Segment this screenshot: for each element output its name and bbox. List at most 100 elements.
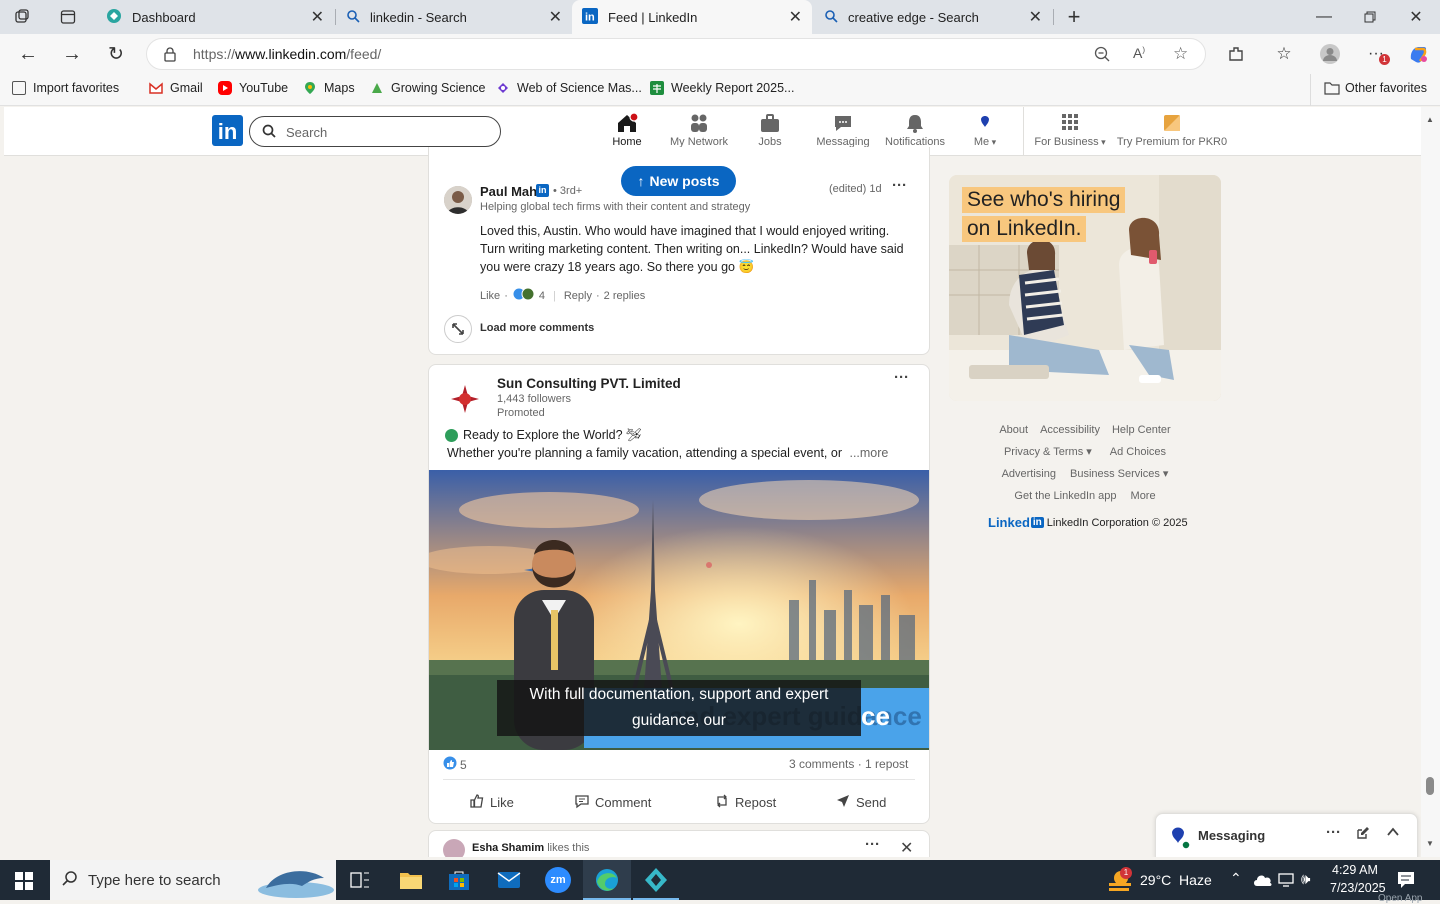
close-icon[interactable]: ✕ (1029, 7, 1042, 27)
ad-banner[interactable]: See who's hiring on LinkedIn. (949, 175, 1221, 401)
page-scrollbar[interactable]: ▲ ▼ (1421, 107, 1440, 857)
linkedin-logo[interactable]: in (212, 115, 243, 146)
company-logo[interactable] (447, 381, 483, 417)
scrollbar-thumb[interactable] (1426, 777, 1434, 795)
chevron-up-icon[interactable]: ⌃ (1230, 870, 1242, 887)
nav-me[interactable]: Me ▾ (949, 113, 1021, 148)
chevron-up-icon[interactable] (1386, 825, 1400, 842)
new-posts-button[interactable]: ↑ New posts (621, 166, 736, 196)
nav-jobs[interactable]: Jobs (734, 113, 806, 148)
restore-icon[interactable] (1358, 5, 1382, 29)
scroll-down-icon[interactable]: ▼ (1426, 839, 1434, 848)
favorites-icon[interactable]: ☆ (1272, 42, 1296, 66)
app-taskbar-button[interactable] (633, 860, 679, 900)
network-status-icon[interactable] (1278, 872, 1296, 891)
fav-web-of-science[interactable]: Web of Science Mas... (496, 81, 642, 95)
mail-icon[interactable] (497, 871, 521, 892)
tab-creative-edge-search[interactable]: creative edge - Search ✕ (814, 0, 1052, 34)
nav-notifications[interactable]: Notifications (879, 113, 951, 148)
reply-button[interactable]: Reply (564, 290, 592, 302)
expand-icon[interactable] (444, 315, 472, 343)
fav-weekly-report[interactable]: Weekly Report 2025... (650, 81, 794, 95)
edge-taskbar-button[interactable] (583, 860, 631, 900)
footer-business-services[interactable]: Business Services ▾ (1070, 468, 1168, 480)
read-aloud-icon[interactable]: A) (1133, 45, 1145, 61)
footer-get-app[interactable]: Get the LinkedIn app (1014, 490, 1116, 502)
tab-linkedin-feed[interactable]: in Feed | LinkedIn ✕ (572, 0, 812, 34)
taskbar-search[interactable]: Type here to search (50, 860, 336, 900)
footer-help-center[interactable]: Help Center (1112, 424, 1171, 436)
send-button[interactable]: Send (835, 793, 886, 812)
replies-count[interactable]: 2 replies (604, 290, 646, 302)
like-button[interactable]: Like (469, 793, 514, 812)
workspaces-icon[interactable] (10, 6, 34, 28)
profile-avatar-icon[interactable] (1318, 42, 1342, 66)
new-tab-icon[interactable]: + (1062, 4, 1086, 29)
footer-accessibility[interactable]: Accessibility (1040, 424, 1100, 436)
zoom-icon[interactable] (1093, 45, 1111, 66)
messaging-more-icon[interactable]: ··· (1326, 824, 1341, 841)
onedrive-icon[interactable] (1253, 872, 1273, 891)
post-reactions[interactable]: 5 (443, 756, 467, 773)
fav-growing-science[interactable]: Growing Science (370, 81, 486, 95)
company-name[interactable]: Sun Consulting PVT. Limited (497, 376, 681, 391)
close-icon[interactable]: ✕ (311, 7, 324, 27)
volume-icon[interactable]: 🕪 (1301, 871, 1310, 888)
comment-button[interactable]: Comment (574, 793, 651, 812)
liker-avatar[interactable] (443, 839, 465, 857)
notification-center-icon[interactable] (1396, 870, 1416, 893)
footer-privacy-terms[interactable]: Privacy & Terms ▾ (1004, 446, 1092, 458)
nav-my-network[interactable]: My Network (663, 113, 735, 148)
fav-gmail[interactable]: Gmail (149, 81, 203, 95)
footer-more[interactable]: More (1131, 490, 1156, 502)
window-close-icon[interactable]: ✕ (1404, 5, 1428, 29)
commenter-name[interactable]: Paul Mah (480, 184, 537, 199)
post-more-icon[interactable]: ··· (894, 369, 909, 386)
extensions-icon[interactable] (1224, 42, 1248, 66)
next-post-more-icon[interactable]: ··· (865, 836, 880, 853)
favorite-star-icon[interactable]: ☆ (1173, 44, 1188, 64)
address-bar[interactable]: https://www.linkedin.com/feed/ A) ☆ (146, 38, 1206, 70)
search-input[interactable]: Search (249, 116, 501, 147)
fav-maps[interactable]: Maps (303, 81, 355, 95)
footer-ad-choices[interactable]: Ad Choices (1110, 446, 1166, 458)
clock-time[interactable]: 4:29 AM (1332, 863, 1378, 877)
windows-start-icon[interactable] (15, 872, 33, 893)
tab-actions-icon[interactable] (56, 6, 80, 28)
file-explorer-icon[interactable] (399, 869, 423, 894)
lock-icon[interactable] (163, 46, 177, 65)
forward-icon[interactable]: → (60, 42, 84, 66)
store-icon[interactable] (448, 869, 470, 894)
post-video[interactable]: and expert guidance ce With full documen… (429, 470, 929, 750)
compose-icon[interactable] (1356, 826, 1370, 843)
zoom-app-icon[interactable]: zm (545, 867, 571, 893)
dismiss-icon[interactable]: ✕ (900, 838, 913, 857)
messaging-dock[interactable]: Messaging ··· (1155, 813, 1418, 857)
footer-about[interactable]: About (999, 424, 1028, 436)
comment-like-button[interactable]: Like (480, 290, 500, 302)
load-more-comments[interactable]: Load more comments (480, 322, 594, 334)
close-icon[interactable]: ✕ (789, 7, 802, 27)
post-stats[interactable]: 3 comments · 1 repost (789, 757, 908, 771)
fav-youtube[interactable]: YouTube (218, 81, 288, 95)
back-icon[interactable]: ← (16, 42, 40, 66)
close-icon[interactable]: ✕ (549, 7, 562, 27)
see-more-link[interactable]: ...more (849, 446, 888, 460)
comment-more-icon[interactable]: ··· (892, 177, 907, 194)
repost-button[interactable]: Repost (714, 793, 776, 812)
weather-text[interactable]: 29°C Haze (1140, 872, 1212, 888)
commenter-avatar[interactable] (444, 186, 472, 214)
nav-try-premium[interactable]: Try Premium for PKR0 (1116, 113, 1228, 148)
footer-advertising[interactable]: Advertising (1002, 468, 1056, 480)
reaction-count[interactable]: 4 (539, 290, 545, 302)
refresh-icon[interactable]: ↻ (104, 42, 128, 66)
fav-other-favorites[interactable]: Other favorites (1324, 81, 1427, 95)
minimize-icon[interactable]: — (1312, 5, 1336, 29)
task-view-icon[interactable] (350, 871, 370, 892)
tab-dashboard[interactable]: Dashboard ✕ (96, 0, 334, 34)
scroll-up-icon[interactable]: ▲ (1426, 115, 1434, 124)
fav-import-favorites[interactable]: Import favorites (12, 81, 119, 95)
copilot-icon[interactable] (1406, 42, 1430, 66)
nav-for-business[interactable]: For Business ▾ (1033, 113, 1107, 148)
tab-linkedin-search[interactable]: linkedin - Search ✕ (336, 0, 572, 34)
